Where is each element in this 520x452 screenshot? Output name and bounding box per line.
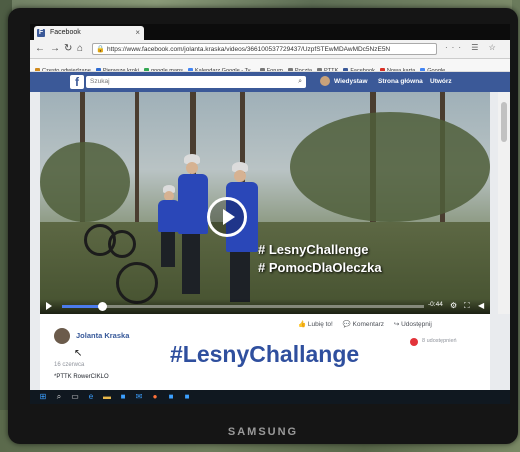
video-player[interactable]: # LesnyChallenge # PomocDlaOleczka -0:44… bbox=[40, 92, 490, 314]
profile-avatar[interactable] bbox=[320, 76, 330, 86]
search-icon[interactable]: ⌕ bbox=[298, 76, 302, 88]
photo-scene: SAMSUNG F Facebook × ← → ↻ ⌂ 🔒 https://w… bbox=[0, 0, 520, 452]
like-button[interactable]: 👍 Lubię to! bbox=[298, 321, 333, 328]
post-actions: 👍 Lubię to! 💬 Komentarz ↪ Udostępnij bbox=[298, 320, 440, 328]
video-overlay-line: # PomocDlaOleczka bbox=[258, 260, 382, 275]
home-button[interactable]: ⌂ bbox=[77, 43, 83, 55]
scrollbar-thumb[interactable] bbox=[501, 102, 507, 142]
page-scrollbar[interactable] bbox=[498, 92, 510, 314]
hashtag-overlay: #LesnyChallange bbox=[170, 341, 360, 367]
post-time[interactable]: 16 czerwca bbox=[54, 362, 84, 368]
rider-head bbox=[234, 170, 246, 182]
tree-trunk bbox=[135, 92, 139, 232]
bookmark-item[interactable]: google maps bbox=[143, 65, 183, 71]
browser-menu-icons[interactable]: ··· ☰ ☆ bbox=[445, 43, 500, 52]
rider bbox=[178, 174, 208, 234]
nav-profile[interactable]: Wiedystaw bbox=[334, 76, 368, 88]
bookmarks-bar: Często odwiedzane Pierwsze kroki google ma… bbox=[30, 59, 510, 72]
facebook-favicon-icon: F bbox=[37, 29, 45, 37]
author-avatar[interactable] bbox=[54, 328, 70, 344]
bookmark-item[interactable]: Forum bbox=[259, 65, 283, 71]
fullscreen-icon[interactable]: ⛶ bbox=[464, 301, 470, 311]
facebook-header: f Szukaj ⌕ Wiedystaw Strona główna Utwór… bbox=[30, 72, 510, 92]
nav-create[interactable]: Utwórz bbox=[430, 76, 452, 88]
start-icon[interactable]: ⊞ bbox=[38, 392, 48, 402]
bookmark-item[interactable]: Pierwsze kroki bbox=[95, 65, 139, 71]
bookmark-item[interactable]: Poczta bbox=[287, 65, 312, 71]
foliage bbox=[290, 112, 490, 222]
edge-icon[interactable]: e bbox=[86, 392, 96, 402]
play-icon bbox=[223, 209, 235, 225]
browser-toolbar: ← → ↻ ⌂ 🔒 https://www.facebook.com/jolan… bbox=[30, 40, 510, 59]
author-name[interactable]: Jolanta Kraska bbox=[76, 331, 129, 340]
close-tab-icon[interactable]: × bbox=[135, 26, 140, 40]
video-controls: -0:44 ⚙ ⛶ ◀ bbox=[40, 299, 490, 314]
search-icon[interactable]: ⌕ bbox=[54, 392, 64, 402]
app-icon[interactable]: ■ bbox=[166, 392, 176, 402]
windows-taskbar: ⊞ ⌕ ▭ e ▬ ■ ✉ ● ■ ■ bbox=[30, 390, 510, 404]
folder-icon[interactable]: ▬ bbox=[102, 392, 112, 402]
nav-home[interactable]: Strona główna bbox=[378, 76, 423, 88]
share-count[interactable]: 8 udostępnień bbox=[422, 338, 457, 344]
bookmark-item[interactable]: Facebook bbox=[343, 65, 375, 71]
bookmark-item[interactable]: Google bbox=[420, 65, 445, 71]
gear-icon[interactable]: ⚙ bbox=[450, 301, 457, 311]
post-card: 👍 Lubię to! 💬 Komentarz ↪ Udostępnij Jol… bbox=[40, 314, 490, 390]
search-placeholder: Szukaj bbox=[90, 78, 110, 85]
progress-handle[interactable] bbox=[97, 302, 107, 311]
bicycle-wheel bbox=[116, 262, 158, 304]
rider-legs bbox=[230, 252, 250, 302]
back-button[interactable]: ← bbox=[35, 43, 45, 55]
reload-button[interactable]: ↻ bbox=[64, 43, 72, 55]
app-icon[interactable]: ■ bbox=[182, 392, 192, 402]
browser-tab-bar: F Facebook × bbox=[30, 24, 510, 40]
bookmark-item[interactable]: Nowa karta bbox=[379, 65, 415, 71]
browser-tab[interactable]: F Facebook × bbox=[34, 26, 144, 40]
firefox-icon[interactable]: ● bbox=[150, 392, 160, 402]
rider-legs bbox=[161, 232, 175, 267]
progress-fill bbox=[62, 305, 102, 308]
share-button[interactable]: ↪ Udostępnij bbox=[394, 321, 432, 328]
url-text: https://www.facebook.com/jolanta.kraska/… bbox=[107, 46, 391, 53]
play-pause-icon[interactable] bbox=[46, 302, 52, 310]
rider-head bbox=[186, 162, 198, 174]
video-overlay-line: # LesnyChallenge bbox=[258, 242, 369, 257]
progress-track[interactable] bbox=[62, 302, 424, 311]
tablet-screen: F Facebook × ← → ↻ ⌂ 🔒 https://www.faceb… bbox=[30, 24, 510, 404]
time-remaining: -0:44 bbox=[428, 301, 443, 308]
play-button[interactable] bbox=[207, 197, 247, 237]
facebook-search-input[interactable]: Szukaj ⌕ bbox=[86, 76, 306, 88]
foliage bbox=[40, 142, 130, 222]
bicycle-wheel bbox=[108, 230, 136, 258]
facebook-logo-icon[interactable]: f bbox=[70, 75, 84, 89]
tab-title: Facebook bbox=[50, 29, 81, 36]
address-bar[interactable]: 🔒 https://www.facebook.com/jolanta.krask… bbox=[92, 43, 437, 55]
task-view-icon[interactable]: ▭ bbox=[70, 392, 80, 402]
mouse-cursor-icon: ↖ bbox=[74, 348, 83, 359]
volume-icon[interactable]: ◀ bbox=[478, 301, 484, 311]
rider bbox=[158, 200, 180, 232]
bookmark-item[interactable]: Często odwiedzane bbox=[35, 65, 91, 71]
post-caption: *PTTK RowerCIKLO bbox=[54, 374, 109, 380]
comment-button[interactable]: 💬 Komentarz bbox=[343, 321, 384, 328]
store-icon[interactable]: ■ bbox=[118, 392, 128, 402]
brand-label: SAMSUNG bbox=[227, 426, 299, 438]
rider-legs bbox=[182, 234, 200, 294]
bookmark-item[interactable]: PTTK bbox=[317, 65, 338, 71]
lock-icon: 🔒 bbox=[96, 46, 105, 53]
bookmark-item[interactable]: Kalendarz Google - Ty... bbox=[187, 65, 255, 71]
mail-icon[interactable]: ✉ bbox=[134, 392, 144, 402]
forward-button[interactable]: → bbox=[50, 43, 60, 55]
reaction-icon bbox=[410, 338, 418, 346]
